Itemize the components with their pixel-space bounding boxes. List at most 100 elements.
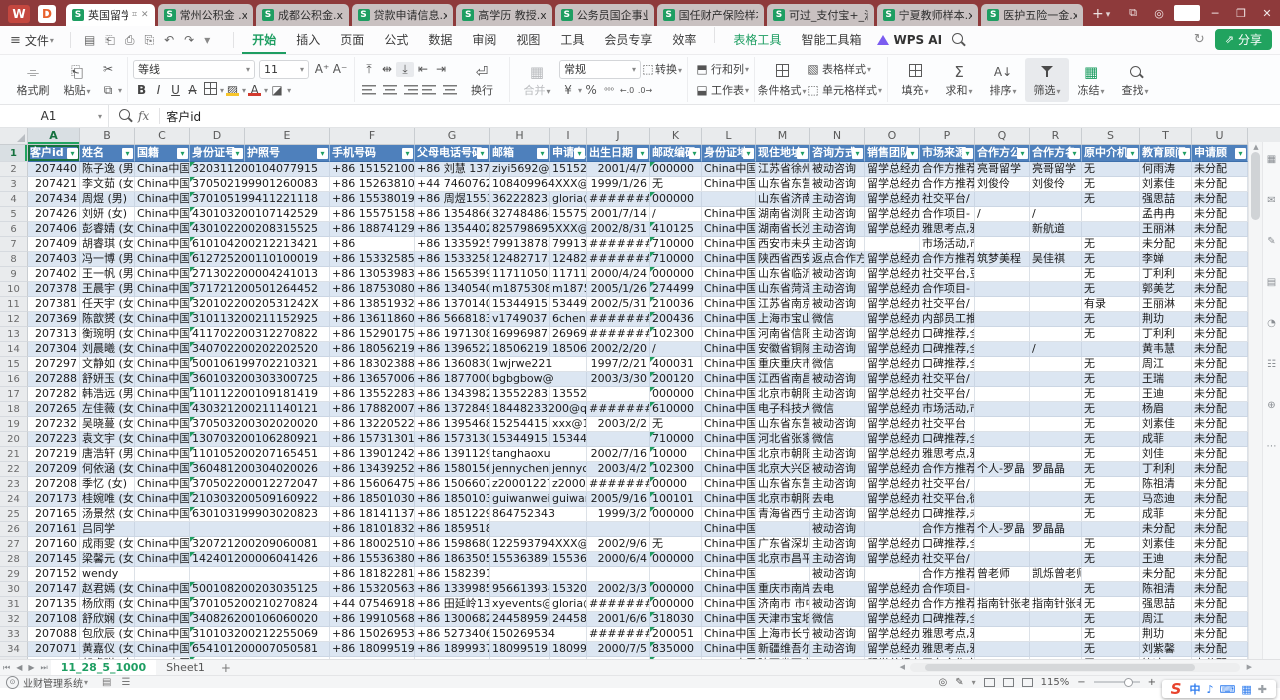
cell-M4[interactable]: 山东省济南 bbox=[756, 192, 810, 207]
cell-K18[interactable]: 610000 bbox=[650, 402, 702, 417]
cell-U29[interactable]: 未分配 bbox=[1192, 567, 1248, 582]
cell-B31[interactable]: 杨欣雨 (女 bbox=[80, 597, 135, 612]
cell-T14[interactable]: 黄韦慧 bbox=[1140, 342, 1192, 357]
cell-B23[interactable]: 季忆 (女) bbox=[80, 477, 135, 492]
cell-J3[interactable]: 1999/1/26 bbox=[587, 177, 650, 192]
cell-D14[interactable]: 340702200202202520 bbox=[190, 342, 330, 357]
cell-P17[interactable]: 社交平台/ bbox=[920, 387, 975, 402]
zoom-level[interactable]: 115% bbox=[1041, 677, 1070, 688]
cell-G29[interactable]: +86 1582391866 bbox=[415, 567, 490, 582]
column-header-T[interactable]: T bbox=[1140, 128, 1192, 144]
file-tab[interactable]: S公务员国企事业单 bbox=[555, 4, 654, 26]
strikethrough-button[interactable]: A bbox=[184, 83, 201, 97]
file-tab[interactable]: S宁夏教师样本.xlsx bbox=[877, 4, 979, 26]
distribute-button[interactable] bbox=[442, 84, 458, 96]
cell-S14[interactable] bbox=[1082, 342, 1140, 357]
cell-K13[interactable]: 102300 bbox=[650, 327, 702, 342]
sidebar-side-1-icon[interactable]: ▦ bbox=[1267, 154, 1276, 165]
cell-A8[interactable]: 207403 bbox=[28, 252, 80, 267]
column-header-S[interactable]: S bbox=[1082, 128, 1140, 144]
cell-S10[interactable]: 无 bbox=[1082, 282, 1140, 297]
cell-S27[interactable]: 无 bbox=[1082, 537, 1140, 552]
cell-P22[interactable]: 合作方推荐 bbox=[920, 462, 975, 477]
cell-C22[interactable]: China中国 bbox=[135, 462, 190, 477]
cell-M19[interactable]: 山东省东营 bbox=[756, 417, 810, 432]
filter-dropdown-icon[interactable]: ▾ bbox=[637, 148, 648, 159]
cell-O33[interactable]: 留学总经办 bbox=[865, 627, 920, 642]
cell-K14[interactable]: / bbox=[650, 342, 702, 357]
cell-D23[interactable]: 370502200012272047 bbox=[190, 477, 330, 492]
cell-L12[interactable]: China中国 bbox=[702, 312, 756, 327]
cell-L21[interactable]: China中国 bbox=[702, 447, 756, 462]
cell-H6[interactable]: 825798695XXX@163.c bbox=[490, 222, 587, 237]
cell-P12[interactable]: 内部员工推 bbox=[920, 312, 975, 327]
vertical-scrollbar[interactable]: ▲ ▼ bbox=[1248, 142, 1262, 673]
cell-T4[interactable]: 强思喆 bbox=[1140, 192, 1192, 207]
column-header-E[interactable]: E bbox=[245, 128, 330, 144]
cell-G11[interactable]: +86 1370140043 bbox=[415, 297, 490, 312]
cell-K17[interactable]: 000000 bbox=[650, 387, 702, 402]
cell-G9[interactable]: +86 1565399710 bbox=[415, 267, 490, 282]
cell-L19[interactable]: China中国 bbox=[702, 417, 756, 432]
cell-C32[interactable]: China中国 bbox=[135, 612, 190, 627]
cell-S22[interactable]: 无 bbox=[1082, 462, 1140, 477]
cell-L31[interactable]: China中国 bbox=[702, 597, 756, 612]
cloud-icon[interactable]: ⎘ bbox=[145, 33, 155, 48]
paste-button[interactable]: ⎗ 粘贴▾ bbox=[55, 58, 99, 102]
cell-O30[interactable]: 留学总经办 bbox=[865, 582, 920, 597]
cell-L4[interactable] bbox=[702, 192, 756, 207]
filter-dropdown-icon[interactable]: ▾ bbox=[317, 148, 328, 159]
cell-H29[interactable] bbox=[490, 567, 587, 582]
cell-H10[interactable]: m1875308 bbox=[490, 282, 550, 297]
cell-L2[interactable]: China中国 bbox=[702, 162, 756, 177]
sheet-tab-Sheet1[interactable]: Sheet1 bbox=[156, 660, 215, 675]
cell-S2[interactable]: 无 bbox=[1082, 162, 1140, 177]
zoom-out-button[interactable]: − bbox=[1077, 677, 1085, 688]
cell-L30[interactable]: China中国 bbox=[702, 582, 756, 597]
menu-tab-视图[interactable]: 视图 bbox=[506, 27, 550, 54]
cell-I19[interactable]: xxx@163.c bbox=[550, 417, 587, 432]
cell-C3[interactable]: China中国 bbox=[135, 177, 190, 192]
cell-I4[interactable]: gloria@uk bbox=[550, 192, 587, 207]
cell-Q21[interactable] bbox=[975, 447, 1030, 462]
ime-keyboard-icon[interactable]: ⌨ bbox=[1219, 683, 1235, 696]
cell-G5[interactable]: +86 1354866895 bbox=[415, 207, 490, 222]
cell-T33[interactable]: 荆玏 bbox=[1140, 627, 1192, 642]
table-style-button[interactable]: ▧表格样式▾ bbox=[804, 59, 882, 80]
cell-J31[interactable]: ######## bbox=[587, 597, 650, 612]
cell-C12[interactable]: China中国 bbox=[135, 312, 190, 327]
cell-C20[interactable]: China中国 bbox=[135, 432, 190, 447]
filter-dropdown-icon[interactable]: ▾ bbox=[907, 148, 918, 159]
cell-C29[interactable] bbox=[135, 567, 190, 582]
cell-F29[interactable]: +86 18182281 bbox=[330, 567, 415, 582]
cell-D33[interactable]: 310103200212255069 bbox=[190, 627, 330, 642]
row-number-5[interactable]: 5 bbox=[0, 207, 28, 222]
cell-H20[interactable]: 153449155 bbox=[490, 432, 550, 447]
cell-M33[interactable]: 上海市长宁 bbox=[756, 627, 810, 642]
cell-L34[interactable]: China中国 bbox=[702, 642, 756, 657]
cell-C14[interactable]: China中国 bbox=[135, 342, 190, 357]
cell-B32[interactable]: 舒欣娴 (女 bbox=[80, 612, 135, 627]
header-cell-O[interactable]: 销售团队▾ bbox=[865, 145, 920, 162]
cell-C11[interactable]: China中国 bbox=[135, 297, 190, 312]
ime-toolbar[interactable]: S 中 ♪ ⌨ ▦ ✚ bbox=[1162, 680, 1276, 698]
cell-O8[interactable]: 留学总经办 bbox=[865, 252, 920, 267]
cell-N21[interactable]: 主动咨询 bbox=[810, 447, 865, 462]
cell-N12[interactable]: 微信 bbox=[810, 312, 865, 327]
cell-D13[interactable]: 411702200312270822 bbox=[190, 327, 330, 342]
cell-U20[interactable]: 未分配 bbox=[1192, 432, 1248, 447]
font-name-select[interactable]: 等线▾ bbox=[133, 60, 255, 79]
cell-R26[interactable]: 罗晶晶 bbox=[1030, 522, 1082, 537]
cell-J18[interactable]: ######## bbox=[587, 402, 650, 417]
cell-S28[interactable]: 无 bbox=[1082, 552, 1140, 567]
cell-B30[interactable]: 赵君嫣 (女 bbox=[80, 582, 135, 597]
cell-R18[interactable] bbox=[1030, 402, 1082, 417]
cell-B2[interactable]: 陈子逸 (男 bbox=[80, 162, 135, 177]
cell-J4[interactable]: ######## bbox=[587, 192, 650, 207]
cell-P5[interactable]: 合作项目- bbox=[920, 207, 975, 222]
cell-D21[interactable]: 110105200207165451 bbox=[190, 447, 330, 462]
cell-H5[interactable]: 327484864 bbox=[490, 207, 550, 222]
cell-K12[interactable]: 200436 bbox=[650, 312, 702, 327]
cell-D27[interactable]: 320721200209060081 bbox=[190, 537, 330, 552]
cell-S31[interactable]: 无 bbox=[1082, 597, 1140, 612]
